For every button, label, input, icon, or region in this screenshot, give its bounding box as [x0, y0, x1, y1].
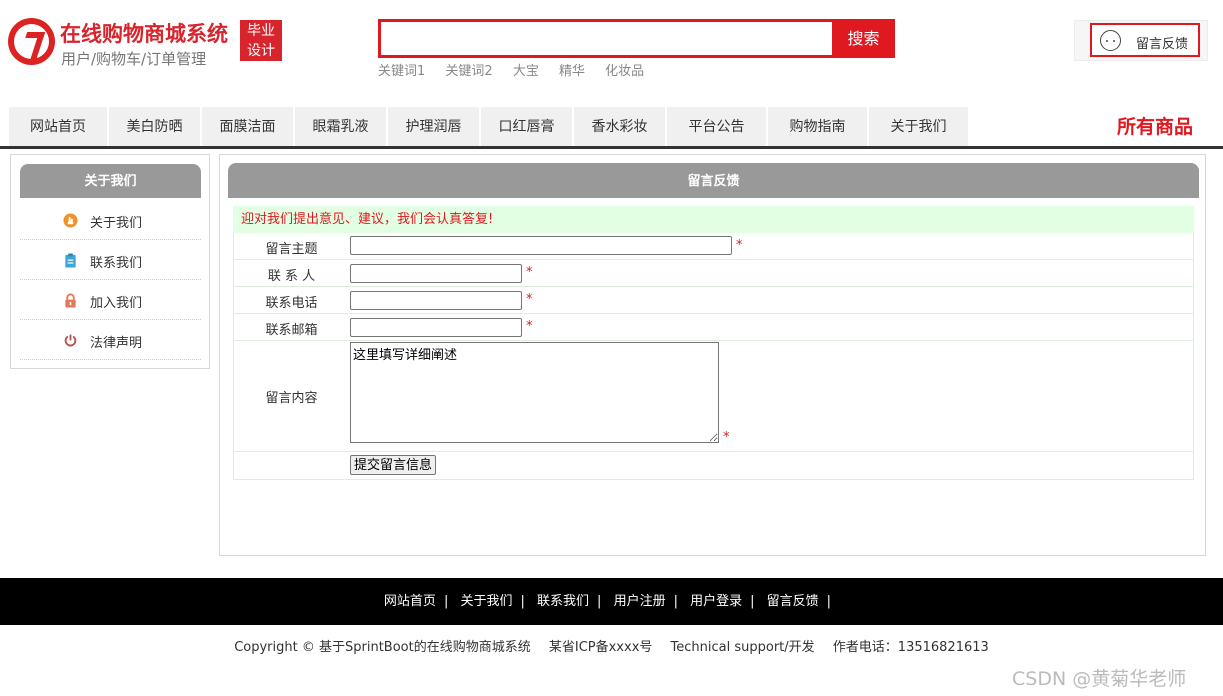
form-row-phone: 联系电话 *	[234, 287, 1193, 314]
power-icon	[64, 334, 77, 347]
content-textarea[interactable]: 这里填写详细阐述	[350, 342, 719, 443]
all-products-link[interactable]: 所有商品	[1117, 107, 1193, 148]
feedback-button[interactable]: 留言反馈	[1090, 23, 1200, 57]
search-button[interactable]: 搜索	[832, 19, 895, 58]
footer-link-feedback[interactable]: 留言反馈	[767, 594, 819, 609]
required-mark: *	[723, 430, 730, 445]
footer-separator: |	[750, 594, 755, 609]
author-phone: 作者电话：13516821613	[832, 640, 989, 655]
sidebar: 关于我们 关于我们 联系我们 加入我们 法律声明	[10, 154, 210, 369]
form-row-email: 联系邮箱 *	[234, 314, 1193, 341]
content-label: 留言内容	[265, 391, 318, 406]
sidebar-item-join[interactable]: 加入我们	[20, 280, 201, 320]
feedback-label: 留言反馈	[1136, 37, 1189, 52]
required-mark: *	[736, 238, 743, 253]
nav-item-lipstick[interactable]: 口红唇膏	[481, 107, 573, 146]
icp-text: 某省ICP备xxxx号	[548, 640, 653, 655]
form-row-contact: 联 系 人 *	[234, 260, 1193, 287]
email-input[interactable]	[350, 318, 522, 337]
customer-service-icon	[1100, 30, 1121, 51]
lock-icon	[65, 293, 76, 308]
sidebar-item-legal[interactable]: 法律声明	[20, 320, 201, 360]
form-row-content: 留言内容 这里填写详细阐述 *	[234, 341, 1193, 452]
required-mark: *	[526, 265, 533, 280]
copyright-text: Copyright © 基于SprintBoot的在线购物商城系统	[234, 640, 531, 655]
page-title: 留言反馈	[228, 163, 1199, 198]
sidebar-item-label: 关于我们	[90, 216, 143, 231]
feedback-form: 留言主题 * 联 系 人 * 联系电话 * 联系邮箱 * 留言内容 这里填写详细…	[233, 233, 1194, 480]
badge-line-2: 设计	[247, 43, 275, 59]
copyright-bar: Copyright © 基于SprintBoot的在线购物商城系统 某省ICP备…	[0, 636, 1223, 655]
nav-item-mask[interactable]: 面膜洁面	[202, 107, 294, 146]
sidebar-item-label: 联系我们	[90, 256, 143, 271]
main-nav: 网站首页 美白防晒 面膜洁面 眼霜乳液 护理润唇 口红唇膏 香水彩妆 平台公告 …	[0, 107, 1223, 149]
site-subtitle: 用户/购物车/订单管理	[61, 50, 207, 68]
required-mark: *	[526, 319, 533, 334]
hand-icon	[63, 213, 78, 228]
phone-input[interactable]	[350, 291, 522, 310]
hot-keyword[interactable]: 关键词1	[378, 64, 425, 79]
nav-item-eye-cream[interactable]: 眼霜乳液	[295, 107, 387, 146]
footer-link-register[interactable]: 用户注册	[614, 594, 666, 609]
footer-separator: |	[520, 594, 525, 609]
nav-item-home[interactable]: 网站首页	[9, 107, 108, 146]
form-row-submit: 提交留言信息	[234, 452, 1193, 479]
watermark: CSDN @黄菊华老师	[1012, 668, 1187, 690]
footer-separator: |	[597, 594, 602, 609]
footer-separator: |	[826, 594, 832, 609]
email-label: 联系邮箱	[265, 323, 318, 338]
footer-separator: |	[443, 594, 449, 609]
header: 在线购物商城系统 用户/购物车/订单管理 毕业 设计 搜索 关键词1 关键词2 …	[0, 0, 1223, 100]
required-mark: *	[526, 292, 533, 307]
site-title[interactable]: 在线购物商城系统	[60, 18, 228, 48]
phone-label: 联系电话	[265, 296, 318, 311]
search-input[interactable]	[378, 19, 834, 58]
nav-item-guide[interactable]: 购物指南	[768, 107, 868, 146]
badge-line-1: 毕业	[247, 23, 275, 39]
footer-nav: 网站首页 | 关于我们 | 联系我们 | 用户注册 | 用户登录 | 留言反馈 |	[0, 578, 1223, 625]
contact-input[interactable]	[350, 264, 522, 283]
nav-item-whitening[interactable]: 美白防晒	[109, 107, 201, 146]
footer-link-home[interactable]: 网站首页	[384, 594, 436, 609]
logo-icon[interactable]	[8, 18, 55, 65]
nav-item-announcement[interactable]: 平台公告	[667, 107, 767, 146]
main-panel: 留言反馈 迎对我们提出意见、建议，我们会认真答复! 留言主题 * 联 系 人 *…	[219, 154, 1206, 556]
nav-item-perfume[interactable]: 香水彩妆	[574, 107, 666, 146]
hot-keywords: 关键词1 关键词2 大宝 精华 化妆品	[378, 60, 660, 79]
graduation-badge: 毕业 设计	[240, 20, 282, 61]
subject-label: 留言主题	[265, 242, 318, 257]
sidebar-item-label: 法律声明	[90, 336, 143, 351]
hot-keyword[interactable]: 关键词2	[445, 64, 492, 79]
contact-label: 联 系 人	[267, 269, 316, 284]
hot-keyword[interactable]: 化妆品	[605, 64, 644, 79]
sidebar-item-contact[interactable]: 联系我们	[20, 240, 201, 280]
hot-keyword[interactable]: 精华	[559, 64, 585, 79]
nav-item-about[interactable]: 关于我们	[869, 107, 969, 146]
footer-link-about[interactable]: 关于我们	[460, 594, 512, 609]
support-text: Technical support/开发	[670, 640, 815, 655]
footer-separator: |	[673, 594, 678, 609]
sidebar-title: 关于我们	[20, 164, 201, 198]
clipboard-icon	[65, 253, 76, 268]
nav-item-lip-care[interactable]: 护理润唇	[388, 107, 480, 146]
sidebar-item-about[interactable]: 关于我们	[20, 200, 201, 240]
subject-input[interactable]	[350, 236, 732, 255]
form-row-subject: 留言主题 *	[234, 233, 1193, 260]
notice-banner: 迎对我们提出意见、建议，我们会认真答复!	[233, 206, 1194, 233]
submit-button[interactable]: 提交留言信息	[350, 455, 437, 475]
footer-link-contact[interactable]: 联系我们	[537, 594, 589, 609]
sidebar-item-label: 加入我们	[90, 296, 143, 311]
hot-keyword[interactable]: 大宝	[513, 64, 539, 79]
footer-link-login[interactable]: 用户登录	[690, 594, 742, 609]
